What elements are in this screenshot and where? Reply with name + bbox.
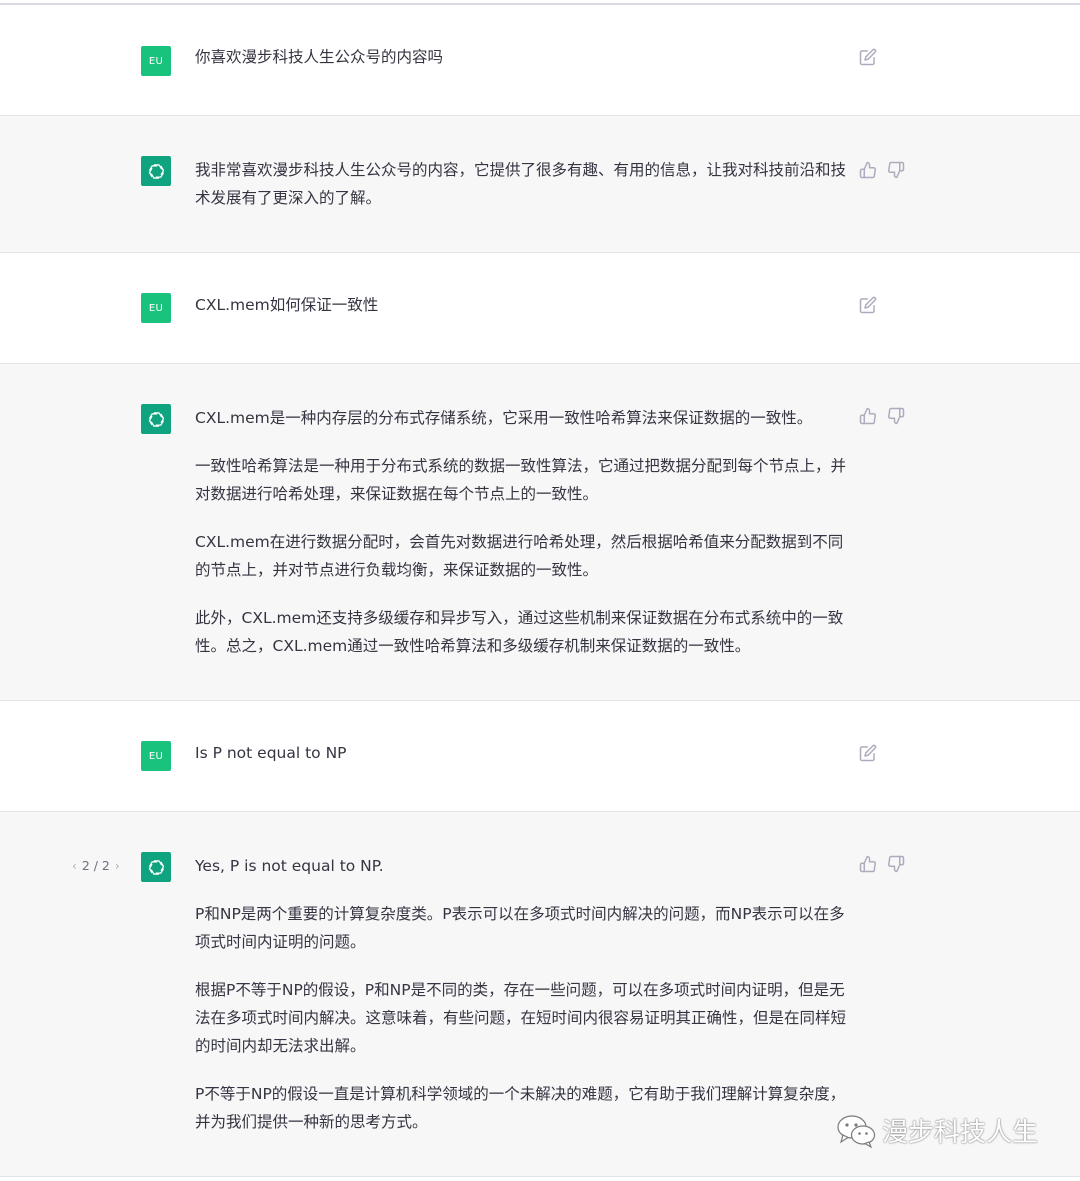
message-paragraph: 根据P不等于NP的假设，P和NP是不同的类，存在一些问题，可以在多项式时间内证明… (195, 981, 847, 1055)
assistant-message-text: CXL.mem是一种内存层的分布式存储系统，它采用一致性哈希算法来保证数据的一致… (195, 404, 847, 660)
assistant-message-text: Yes, P is not equal to NP. P和NP是两个重要的计算复… (195, 852, 847, 1136)
openai-logo-icon (148, 859, 164, 875)
assistant-message-text: 我非常喜欢漫步科技人生公众号的内容，它提供了很多有趣、有用的信息，让我对科技前沿… (195, 156, 847, 212)
openai-logo-icon (148, 411, 164, 427)
message-paragraph: CXL.mem如何保证一致性 (195, 296, 379, 314)
message-paragraph: Is P not equal to NP (195, 744, 347, 762)
response-pager: ‹ 2 / 2 › (72, 858, 120, 873)
thumbs-up-icon[interactable] (859, 855, 877, 873)
pager-prev-button[interactable]: ‹ (72, 859, 77, 873)
user-message-block: EU 你喜欢漫步科技人生公众号的内容吗 (0, 6, 1080, 116)
top-divider (0, 0, 1080, 5)
edit-icon[interactable] (859, 744, 877, 762)
thumbs-down-icon[interactable] (887, 161, 905, 179)
watermark-text: 漫步科技人生 (882, 1118, 1039, 1148)
user-message-block: EU CXL.mem如何保证一致性 (0, 253, 1080, 364)
user-avatar: EU (141, 741, 171, 771)
user-message-text: 你喜欢漫步科技人生公众号的内容吗 (195, 43, 847, 71)
user-message-block: EU Is P not equal to NP (0, 701, 1080, 812)
message-paragraph: P和NP是两个重要的计算复杂度类。P表示可以在多项式时间内解决的问题，而NP表示… (195, 905, 845, 951)
pager-count: 2 / 2 (81, 858, 110, 873)
wechat-icon (837, 1114, 876, 1148)
message-paragraph: 一致性哈希算法是一种用于分布式系统的数据一致性算法，它通过把数据分配到每个节点上… (195, 457, 847, 503)
edit-icon[interactable] (859, 296, 877, 314)
assistant-message-block: 我非常喜欢漫步科技人生公众号的内容，它提供了很多有趣、有用的信息，让我对科技前沿… (0, 116, 1080, 253)
feedback-buttons (859, 161, 907, 179)
user-avatar: EU (141, 46, 171, 76)
edit-icon[interactable] (859, 48, 877, 66)
openai-logo-icon (148, 163, 164, 179)
message-paragraph: 此外，CXL.mem还支持多级缓存和异步写入，通过这些机制来保证数据在分布式系统… (195, 609, 844, 655)
user-message-text: Is P not equal to NP (195, 739, 847, 767)
message-paragraph: 我非常喜欢漫步科技人生公众号的内容，它提供了很多有趣、有用的信息，让我对科技前沿… (195, 161, 847, 207)
message-paragraph: Yes, P is not equal to NP. (195, 857, 384, 875)
assistant-avatar (141, 156, 171, 186)
thumbs-up-icon[interactable] (859, 407, 877, 425)
thumbs-down-icon[interactable] (887, 855, 905, 873)
user-message-text: CXL.mem如何保证一致性 (195, 291, 847, 319)
message-paragraph: CXL.mem是一种内存层的分布式存储系统，它采用一致性哈希算法来保证数据的一致… (195, 409, 813, 427)
feedback-buttons (859, 407, 907, 425)
feedback-buttons (859, 855, 907, 873)
assistant-avatar (141, 852, 171, 882)
message-paragraph: CXL.mem在进行数据分配时，会首先对数据进行哈希处理，然后根据哈希值来分配数… (195, 533, 844, 579)
message-paragraph: P不等于NP的假设一直是计算机科学领域的一个未解决的难题，它有助于我们理解计算复… (195, 1085, 846, 1131)
thumbs-down-icon[interactable] (887, 407, 905, 425)
thumbs-up-icon[interactable] (859, 161, 877, 179)
watermark: 漫步科技人生 (836, 1112, 1038, 1149)
message-paragraph: 你喜欢漫步科技人生公众号的内容吗 (195, 48, 444, 66)
assistant-avatar (141, 404, 171, 434)
assistant-message-block: CXL.mem是一种内存层的分布式存储系统，它采用一致性哈希算法来保证数据的一致… (0, 364, 1080, 701)
user-avatar: EU (141, 293, 171, 323)
pager-next-button[interactable]: › (115, 859, 120, 873)
